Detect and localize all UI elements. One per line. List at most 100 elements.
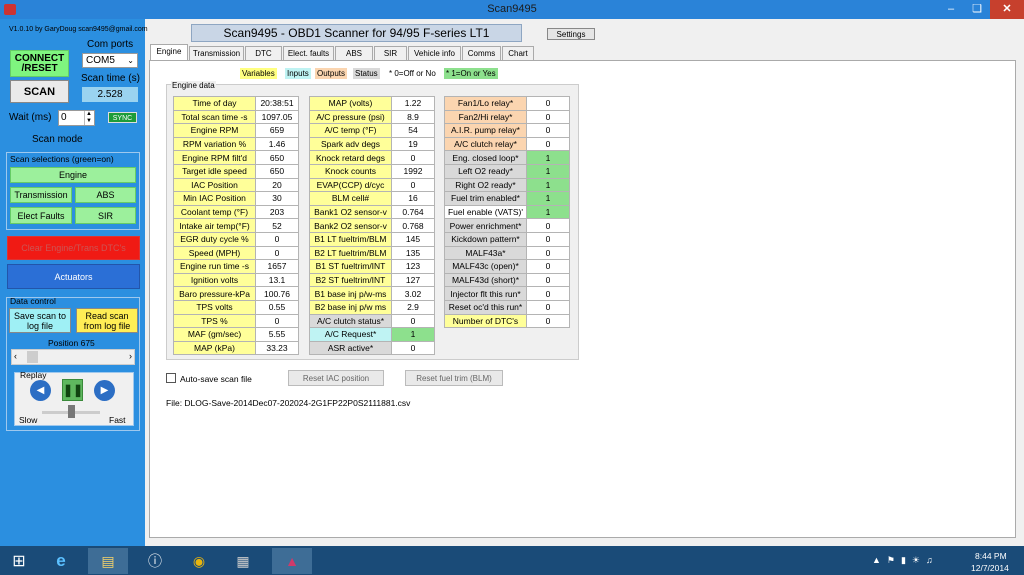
row-label: Fan1/Lo relay* (444, 96, 527, 111)
scroll-left-icon[interactable]: ‹ (14, 351, 17, 361)
table-row: TPS % 0 (173, 313, 299, 329)
row-value: 127 (391, 272, 435, 288)
table-row: MALF43c (open)* 0 (444, 259, 570, 274)
table-row: B2 base inj p/w ms 2.9 (309, 299, 435, 315)
row-value: 8.9 (391, 109, 435, 125)
row-value: 1097.05 (255, 109, 299, 125)
read-scan-button[interactable]: Read scan from log file (76, 308, 138, 333)
row-label: MALF43a* (444, 245, 527, 261)
table-row: Coolant temp (°F) 203 (173, 204, 299, 220)
table-row: IAC Position 20 (173, 177, 299, 193)
row-label: A/C clutch relay* (444, 136, 527, 152)
com-value: COM5 (86, 55, 115, 66)
tab-chart[interactable]: Chart (502, 46, 534, 60)
help-app-icon[interactable]: ⓘ (140, 548, 170, 574)
clear-dtc-button[interactable]: Clear Engine/Trans DTC's (7, 236, 140, 260)
tab-engine[interactable]: Engine (150, 44, 188, 61)
table-row: MALF43d (short)* 0 (444, 272, 570, 288)
table-row: Ignition volts 13.1 (173, 272, 299, 288)
speed-slider-thumb[interactable] (68, 405, 75, 418)
engine-select-button[interactable]: Engine (10, 167, 136, 183)
abs-select-button[interactable]: ABS (75, 187, 136, 203)
transmission-select-button[interactable]: Transmission (10, 187, 72, 203)
auto-save-checkbox[interactable] (166, 373, 176, 383)
reset-iac-button[interactable]: Reset IAC position (288, 370, 384, 386)
row-label: B2 LT fueltrim/BLM (309, 245, 392, 261)
row-value: 0 (526, 109, 570, 125)
legend-outputs: Outputs (315, 68, 348, 79)
window-title: Scan9495 (487, 3, 537, 15)
reset-fuel-trim-button[interactable]: Reset fuel trim (BLM) (405, 370, 503, 386)
legend-off-note: * 0=Off or No (389, 69, 436, 78)
row-value: 1 (526, 204, 570, 220)
chrome-icon[interactable]: ◉ (184, 548, 214, 574)
row-label: EGR duty cycle % (173, 231, 256, 247)
rewind-icon[interactable]: ◀ (30, 380, 51, 401)
table-row: B1 ST fueltrim/INT 123 (309, 259, 435, 274)
spinner-icon[interactable]: ▲ ▼ (84, 111, 93, 125)
row-value: 0 (526, 313, 570, 329)
clock-time[interactable]: 8:44 PM (975, 551, 1007, 561)
minimize-button[interactable]: – (938, 0, 964, 19)
tab-sir[interactable]: SIR (374, 46, 407, 60)
scroll-thumb[interactable] (27, 351, 38, 363)
file-explorer-icon[interactable]: ▤ (88, 548, 128, 574)
elect-faults-select-button[interactable]: Elect Faults (10, 207, 72, 224)
wait-input[interactable]: 0 ▲ ▼ (58, 110, 95, 126)
tab-comms[interactable]: Comms (462, 46, 501, 60)
table-row: Speed (MPH) 0 (173, 245, 299, 261)
position-scrollbar[interactable]: ‹ › (11, 349, 135, 365)
row-label: RPM variation % (173, 136, 256, 152)
table-row: MAP (kPa) 33.23 (173, 340, 299, 356)
internet-explorer-icon[interactable]: e (46, 548, 76, 574)
row-label: TPS % (173, 313, 256, 329)
tray-icons[interactable]: ▲⚑▮☀♫ (872, 555, 962, 567)
tab-vehicle-info[interactable]: Vehicle info (408, 46, 461, 60)
table-row: MAP (volts) 1.22 (309, 96, 435, 111)
row-label: Fuel enable (VATS)' (444, 204, 527, 220)
scroll-right-icon[interactable]: › (129, 351, 132, 361)
scan9495-taskbar-icon[interactable]: ▲ (272, 548, 312, 574)
row-value: 203 (255, 204, 299, 220)
table-row: Min IAC Position 30 (173, 191, 299, 206)
app-icon (4, 4, 16, 15)
row-label: Baro pressure-kPa (173, 286, 256, 301)
clock-date[interactable]: 12/7/2014 (971, 563, 1009, 573)
row-value: 1 (391, 327, 435, 342)
row-value: 52 (255, 218, 299, 233)
row-label: Target idle speed (173, 163, 256, 179)
tab-dtc[interactable]: DTC (245, 46, 282, 60)
row-label: BLM cell# (309, 191, 392, 206)
row-label: Reset oc'd this run* (444, 299, 527, 315)
tab-abs[interactable]: ABS (335, 46, 373, 60)
windows-start-icon[interactable]: ⊞ (4, 548, 34, 574)
sir-select-button[interactable]: SIR (75, 207, 136, 224)
calculator-icon[interactable]: ▦ (228, 548, 258, 574)
tab-transmission[interactable]: Transmission (189, 46, 244, 60)
table-row: Left O2 ready* 1 (444, 163, 570, 179)
settings-button[interactable]: Settings (547, 28, 595, 40)
table-row: Number of DTC's 0 (444, 313, 570, 329)
row-value: 1 (526, 177, 570, 193)
play-icon[interactable]: ▶ (94, 380, 115, 401)
row-label: Number of DTC's (444, 313, 527, 329)
actuators-button[interactable]: Actuators (7, 264, 140, 289)
table-row: A/C Request* 1 (309, 327, 435, 342)
tab-elect-faults[interactable]: Elect. faults (283, 46, 334, 60)
row-label: Total scan time -s (173, 109, 256, 125)
table-row: Spark adv degs 19 (309, 136, 435, 152)
row-value: 650 (255, 163, 299, 179)
scan-button[interactable]: SCAN (10, 80, 69, 103)
table-row: B2 LT fueltrim/BLM 135 (309, 245, 435, 261)
row-value: 0 (255, 313, 299, 329)
row-value: 0.768 (391, 218, 435, 233)
connect-reset-button[interactable]: CONNECT /RESET (10, 50, 69, 77)
title-bar: Scan9495 – ❏ ✕ (0, 0, 1024, 19)
com-select[interactable]: COM5 ⌄ (82, 53, 138, 68)
maximize-button[interactable]: ❏ (964, 0, 990, 19)
close-button[interactable]: ✕ (990, 0, 1024, 19)
engine-table-2: MAP (volts) 1.22 A/C pressure (psi) 8.9 A/C … (309, 96, 435, 356)
pause-icon[interactable]: ❚❚ (62, 379, 83, 401)
row-label: EVAP(CCP) d/cyc (309, 177, 392, 193)
save-scan-button[interactable]: Save scan to log file (9, 308, 71, 333)
